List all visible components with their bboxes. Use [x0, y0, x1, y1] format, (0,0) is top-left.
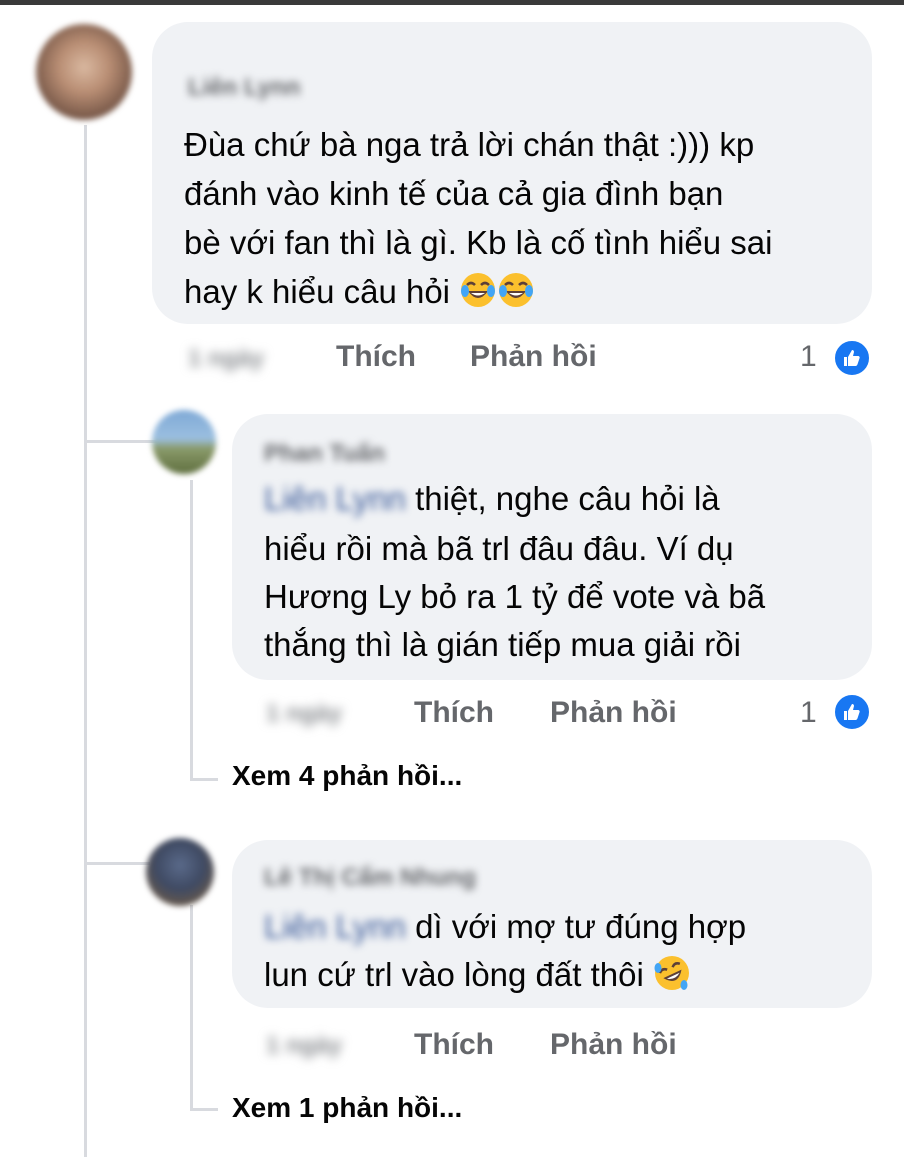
thread-line-sub-1-hook [190, 778, 218, 781]
comment-text-line: thắng thì là gián tiếp mua giải rồi [264, 626, 741, 663]
comment-text-first-line: Liên Lynn thiệt, nghe câu hỏi là [264, 474, 720, 523]
thread-line-main [84, 125, 87, 1157]
comment-bubble: Liên Lynn Đùa chứ bà nga trả lời chán th… [152, 22, 872, 324]
thread-line-sub-2-hook [190, 1108, 218, 1111]
view-more-replies-link[interactable]: Xem 1 phản hồi... [232, 1092, 462, 1124]
comment-bubble: Lê Thị Cẩm Nhung Liên Lynn dì với mợ tư … [232, 840, 872, 1008]
mention-link[interactable]: Liên Lynn [264, 902, 406, 951]
comment-text-line: lun cứ trl vào lòng đất thôi [264, 956, 644, 993]
comment-text-line: Hương Ly bỏ ra 1 tỷ để vote và bã [264, 578, 766, 615]
comment-text-line: dì với mợ tư đúng hợp [415, 908, 747, 945]
reaction-count[interactable]: 1 [800, 696, 817, 730]
tears-of-joy-emoji-icon [459, 271, 497, 309]
comment-text-first-line: Liên Lynn dì với mợ tư đúng hợp [264, 902, 746, 951]
reply-button[interactable]: Phản hồi [470, 340, 597, 374]
comment-timestamp[interactable]: 1 ngày [266, 1032, 342, 1060]
top-edge-bar [0, 0, 904, 5]
mention-link[interactable]: Liên Lynn [264, 474, 406, 523]
like-reaction-icon[interactable] [832, 692, 872, 732]
avatar[interactable] [36, 24, 132, 120]
like-button[interactable]: Thích [414, 1028, 494, 1062]
tears-of-joy-emoji-icon [497, 271, 535, 309]
thread-line-sub-2 [190, 905, 193, 1110]
comment-text-line: bè với fan thì là gì. Kb là cố tình hiểu… [184, 224, 773, 261]
avatar[interactable] [152, 410, 216, 474]
comment-text-line: hiểu rồi mà bã trl đâu đâu. Ví dụ [264, 530, 734, 567]
thread-line-branch-2 [84, 862, 150, 865]
rolling-laughing-emoji-icon [653, 954, 691, 992]
comment-text-last-line: lun cứ trl vào lòng đất thôi [264, 950, 691, 999]
comment-text-line: thiệt, nghe câu hỏi là [415, 480, 720, 517]
like-reaction-icon[interactable] [832, 338, 872, 378]
comment-author[interactable]: Phan Tuấn [264, 440, 385, 468]
comment-bubble: Phan Tuấn Liên Lynn thiệt, nghe câu hỏi … [232, 414, 872, 680]
view-more-replies-link[interactable]: Xem 4 phản hồi... [232, 760, 462, 792]
like-button[interactable]: Thích [336, 340, 416, 374]
comment-text-last-line: hay k hiểu câu hỏi [184, 267, 535, 316]
like-button[interactable]: Thích [414, 696, 494, 730]
reaction-count[interactable]: 1 [800, 340, 817, 374]
reply-button[interactable]: Phản hồi [550, 1028, 677, 1062]
thread-line-sub-1 [190, 480, 193, 780]
comment-timestamp[interactable]: 1 ngày [266, 700, 342, 728]
comment-text-line: hay k hiểu câu hỏi [184, 273, 451, 310]
avatar[interactable] [146, 838, 214, 906]
comment-text-line: Đùa chứ bà nga trả lời chán thật :))) kp [184, 126, 755, 163]
comment-author[interactable]: Liên Lynn [188, 74, 300, 102]
reply-button[interactable]: Phản hồi [550, 696, 677, 730]
comment-timestamp[interactable]: 1 ngày [188, 345, 264, 373]
comment-text-line: đánh vào kinh tế của cả gia đình bạn [184, 175, 724, 212]
comment-author[interactable]: Lê Thị Cẩm Nhung [264, 864, 476, 892]
